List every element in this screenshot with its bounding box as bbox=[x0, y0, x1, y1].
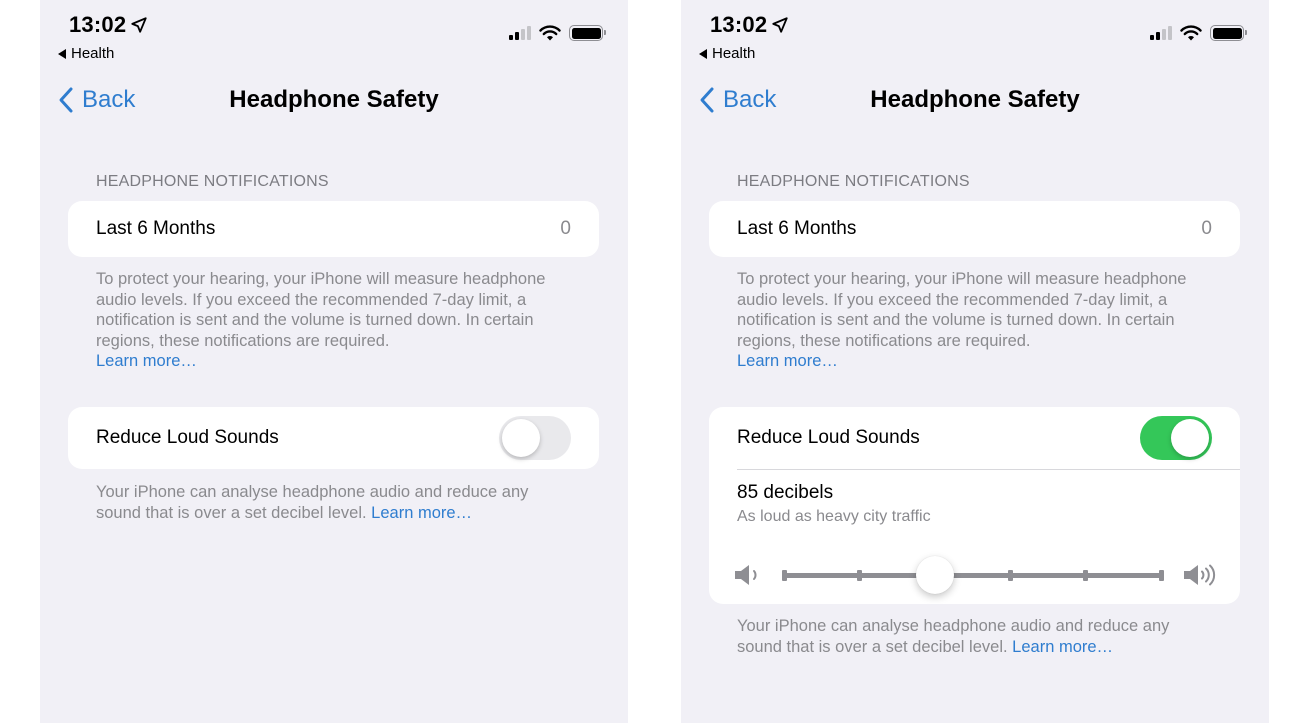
speaker-low-icon bbox=[735, 565, 757, 585]
screen-rls-on: 13:02 Health Back Headphone Safety HEADP… bbox=[681, 0, 1269, 723]
navigation-bar: Back Headphone Safety bbox=[40, 82, 628, 118]
toggle-knob bbox=[1171, 419, 1209, 457]
last-6-months-row[interactable]: Last 6 Months 0 bbox=[68, 201, 599, 257]
learn-more-link[interactable]: Learn more… bbox=[371, 504, 472, 522]
row-label: Last 6 Months bbox=[96, 218, 216, 239]
back-triangle-icon bbox=[699, 48, 707, 59]
row-label: Last 6 Months bbox=[737, 218, 857, 239]
battery-icon bbox=[1210, 25, 1247, 41]
return-to-app-link[interactable]: Health bbox=[699, 45, 755, 62]
decibel-slider-row bbox=[709, 555, 1240, 595]
notifications-footer: To protect your hearing, your iPhone wil… bbox=[96, 269, 576, 372]
row-label: Reduce Loud Sounds bbox=[737, 427, 920, 448]
screen-rls-off: 13:02 Health Back Headphone Safety HEADP… bbox=[40, 0, 628, 723]
status-bar-time: 13:02 bbox=[710, 12, 789, 38]
wifi-icon bbox=[1180, 25, 1202, 41]
page-title: Headphone Safety bbox=[229, 86, 439, 113]
location-arrow-icon bbox=[772, 17, 788, 33]
time-text: 13:02 bbox=[69, 12, 127, 37]
return-to-app-link[interactable]: Health bbox=[58, 45, 114, 62]
reduce-loud-sounds-card: Reduce Loud Sounds bbox=[68, 407, 599, 469]
decibel-slider[interactable] bbox=[781, 556, 1164, 594]
footer-text: To protect your hearing, your iPhone wil… bbox=[96, 270, 546, 350]
learn-more-link[interactable]: Learn more… bbox=[1012, 638, 1113, 656]
navigation-bar: Back Headphone Safety bbox=[681, 82, 1269, 118]
notifications-card: Last 6 Months 0 bbox=[709, 201, 1240, 257]
notifications-footer: To protect your hearing, your iPhone wil… bbox=[737, 269, 1217, 372]
row-value: 0 bbox=[1201, 218, 1212, 239]
slider-tick bbox=[1083, 570, 1089, 581]
back-triangle-icon bbox=[58, 48, 66, 59]
battery-icon bbox=[569, 25, 606, 41]
reduce-loud-sounds-row: Reduce Loud Sounds bbox=[709, 407, 1240, 469]
row-value: 0 bbox=[560, 218, 571, 239]
cellular-signal-icon bbox=[509, 26, 531, 40]
reduce-loud-sounds-footer: Your iPhone can analyse headphone audio … bbox=[737, 616, 1217, 657]
slider-tick bbox=[1007, 570, 1013, 581]
learn-more-link[interactable]: Learn more… bbox=[96, 352, 197, 370]
cellular-signal-icon bbox=[1150, 26, 1172, 40]
status-icons bbox=[1150, 25, 1247, 41]
return-app-label: Health bbox=[712, 45, 756, 62]
page-title: Headphone Safety bbox=[870, 86, 1080, 113]
slider-thumb[interactable] bbox=[915, 556, 954, 594]
wifi-icon bbox=[539, 25, 561, 41]
slider-tick bbox=[781, 570, 787, 581]
status-bar-time: 13:02 bbox=[69, 12, 148, 38]
reduce-loud-sounds-card: Reduce Loud Sounds 85 decibels As loud a… bbox=[709, 407, 1240, 604]
status-icons bbox=[509, 25, 606, 41]
reduce-loud-sounds-footer: Your iPhone can analyse headphone audio … bbox=[96, 482, 576, 523]
time-text: 13:02 bbox=[710, 12, 768, 37]
slider-tick bbox=[1158, 570, 1164, 581]
location-arrow-icon bbox=[131, 17, 147, 33]
decibel-level-description: As loud as heavy city traffic bbox=[737, 508, 931, 525]
return-app-label: Health bbox=[71, 45, 115, 62]
speaker-high-icon bbox=[1184, 564, 1216, 586]
last-6-months-row[interactable]: Last 6 Months 0 bbox=[709, 201, 1240, 257]
reduce-loud-sounds-row: Reduce Loud Sounds bbox=[68, 407, 599, 469]
section-header-notifications: HEADPHONE NOTIFICATIONS bbox=[96, 173, 329, 190]
slider-tick bbox=[856, 570, 862, 581]
decibel-level-label: 85 decibels bbox=[737, 482, 834, 503]
footer-text: To protect your hearing, your iPhone wil… bbox=[737, 270, 1187, 350]
toggle-knob bbox=[502, 419, 540, 457]
reduce-loud-sounds-toggle[interactable] bbox=[499, 416, 571, 460]
notifications-card: Last 6 Months 0 bbox=[68, 201, 599, 257]
row-label: Reduce Loud Sounds bbox=[96, 427, 279, 448]
reduce-loud-sounds-toggle[interactable] bbox=[1140, 416, 1212, 460]
learn-more-link[interactable]: Learn more… bbox=[737, 352, 838, 370]
section-header-notifications: HEADPHONE NOTIFICATIONS bbox=[737, 173, 970, 190]
